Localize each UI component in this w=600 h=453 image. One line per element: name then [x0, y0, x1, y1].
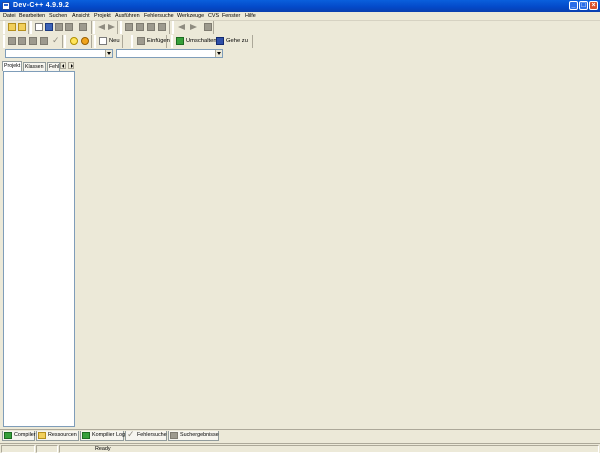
- menu-bar: Datei Bearbeiten Suchen Ansicht Projekt …: [0, 12, 600, 21]
- tab-compiler[interactable]: Compiler: [2, 431, 36, 441]
- save-all-icon[interactable]: [55, 23, 63, 31]
- status-cell-mode: [36, 445, 58, 453]
- menu-werkzeuge[interactable]: Werkzeuge: [177, 13, 204, 20]
- menu-datei[interactable]: Datei: [3, 13, 16, 20]
- close-button[interactable]: ×: [589, 1, 598, 10]
- insert-button[interactable]: Einfügen: [137, 36, 170, 47]
- compile-icon[interactable]: [8, 37, 16, 45]
- goto-bookmark-icon: [216, 37, 224, 45]
- back-icon[interactable]: [178, 23, 186, 31]
- menu-ausfuehren[interactable]: Ausführen: [115, 13, 140, 20]
- toolbar-group-edit: [30, 21, 92, 34]
- tab-ressourcen-label: Ressourcen: [48, 432, 77, 438]
- status-text: Ready: [95, 446, 111, 452]
- tab-suchergebnisse-label: Suchergebnisse: [180, 432, 219, 438]
- new-button[interactable]: Neu: [99, 36, 123, 47]
- menu-cvs[interactable]: CVS: [208, 13, 219, 20]
- project-tree[interactable]: [3, 71, 75, 427]
- menu-hilfe[interactable]: Hilfe: [245, 13, 256, 20]
- status-bar: Ready: [0, 443, 600, 453]
- minimize-button[interactable]: _: [569, 1, 578, 10]
- tab-fehlersuche[interactable]: Fehl: [47, 62, 60, 71]
- status-cell-position: [1, 445, 35, 453]
- toolbar-group-search: [120, 21, 170, 34]
- run-icon[interactable]: [18, 37, 26, 45]
- left-panel-tabs: Projekt Klassen Fehl: [2, 61, 76, 71]
- menu-bearbeiten[interactable]: Bearbeiten: [19, 13, 45, 20]
- tab-projekt[interactable]: Projekt: [2, 61, 22, 71]
- compile-log-icon: [82, 432, 90, 439]
- replace-icon[interactable]: [136, 23, 144, 31]
- toolbar-group-compile: [3, 35, 63, 48]
- compiler-icon: [4, 432, 12, 439]
- tab-fehlersuche-label: Fehlersuche: [137, 432, 167, 438]
- menu-fehlersuche[interactable]: Fehlersuche: [144, 13, 174, 20]
- chevron-down-icon[interactable]: [105, 50, 112, 57]
- stop-icon[interactable]: [204, 23, 212, 31]
- debug-check-icon[interactable]: [52, 35, 60, 46]
- undo-icon[interactable]: [98, 23, 106, 31]
- compile-run-icon[interactable]: [29, 37, 37, 45]
- goto-bookmark-button[interactable]: Gehe zu: [216, 36, 248, 47]
- resources-icon: [38, 432, 46, 439]
- toggle-bookmark-label: Umschalten: [186, 38, 217, 44]
- tab-kompilier-log[interactable]: Kompilier Log: [80, 431, 125, 441]
- toggle-bookmark-icon: [176, 37, 184, 45]
- window-title: Dev-C++ 4.9.9.2: [13, 2, 70, 9]
- insert-button-label: Einfügen: [147, 38, 170, 44]
- menu-projekt[interactable]: Projekt: [94, 13, 111, 20]
- print-icon[interactable]: [79, 23, 87, 31]
- save-icon[interactable]: [45, 23, 53, 31]
- maximize-button[interactable]: □: [579, 1, 588, 10]
- tab-kompilier-log-label: Kompilier Log: [92, 432, 125, 438]
- tab-scroll-right-icon[interactable]: [68, 62, 74, 69]
- new-file-icon[interactable]: [35, 23, 43, 31]
- menu-suchen[interactable]: Suchen: [49, 13, 67, 20]
- find-next-icon[interactable]: [147, 23, 155, 31]
- goto-bookmark-label: Gehe zu: [226, 38, 248, 44]
- help-icon[interactable]: [81, 37, 89, 45]
- goto-line-icon[interactable]: [158, 23, 166, 31]
- tip-icon[interactable]: [70, 37, 78, 45]
- toolbar-group-bookmarks: Umschalten Gehe zu: [171, 35, 253, 48]
- close-file-icon[interactable]: [65, 23, 73, 31]
- rebuild-icon[interactable]: [40, 37, 48, 45]
- toolbar-group-nav: [172, 21, 214, 34]
- tab-suchergebnisse[interactable]: Suchergebnisse: [168, 431, 219, 441]
- tab-klassen[interactable]: Klassen: [23, 62, 46, 71]
- class-browser-toolbar: [0, 48, 600, 59]
- toolbar-group-help: [64, 35, 92, 48]
- chevron-down-icon[interactable]: [215, 50, 222, 57]
- tab-ressourcen[interactable]: Ressourcen: [36, 431, 79, 441]
- title-bar: Dev-C++ 4.9.9.2 _ □ ×: [0, 0, 600, 12]
- app-icon: [2, 2, 10, 10]
- tab-fehlersuche-bottom[interactable]: Fehlersuche: [125, 430, 167, 441]
- class-select[interactable]: [5, 49, 113, 58]
- new-doc-icon: [99, 37, 107, 45]
- open-project-icon[interactable]: [8, 23, 16, 31]
- toolbar-group-file: [3, 21, 29, 34]
- toolbar-main: [0, 21, 600, 34]
- new-button-label: Neu: [109, 38, 120, 44]
- member-select[interactable]: [116, 49, 223, 58]
- find-icon[interactable]: [125, 23, 133, 31]
- toolbar-group-insert: Einfügen: [131, 35, 170, 48]
- menu-fenster[interactable]: Fenster: [222, 13, 240, 20]
- toolbar-group-new: Neu: [94, 35, 123, 48]
- bottom-tabs: Compiler Ressourcen Kompilier Log Fehler…: [0, 429, 600, 441]
- open-file-icon[interactable]: [18, 23, 26, 31]
- status-cell-message: [59, 445, 599, 453]
- tab-scroll-left-icon[interactable]: [60, 62, 66, 69]
- toolbar-group-undo: [93, 21, 118, 34]
- debug-icon: [127, 430, 135, 439]
- toggle-bookmark-button[interactable]: Umschalten: [176, 36, 217, 47]
- tab-compiler-label: Compiler: [14, 432, 36, 438]
- menu-ansicht[interactable]: Ansicht: [72, 13, 90, 20]
- insert-icon: [137, 37, 145, 45]
- redo-icon[interactable]: [108, 23, 116, 31]
- toolbar-secondary: Neu Einfügen Umschalten Gehe zu: [0, 35, 600, 48]
- search-results-icon: [170, 432, 178, 439]
- forward-icon[interactable]: [190, 23, 198, 31]
